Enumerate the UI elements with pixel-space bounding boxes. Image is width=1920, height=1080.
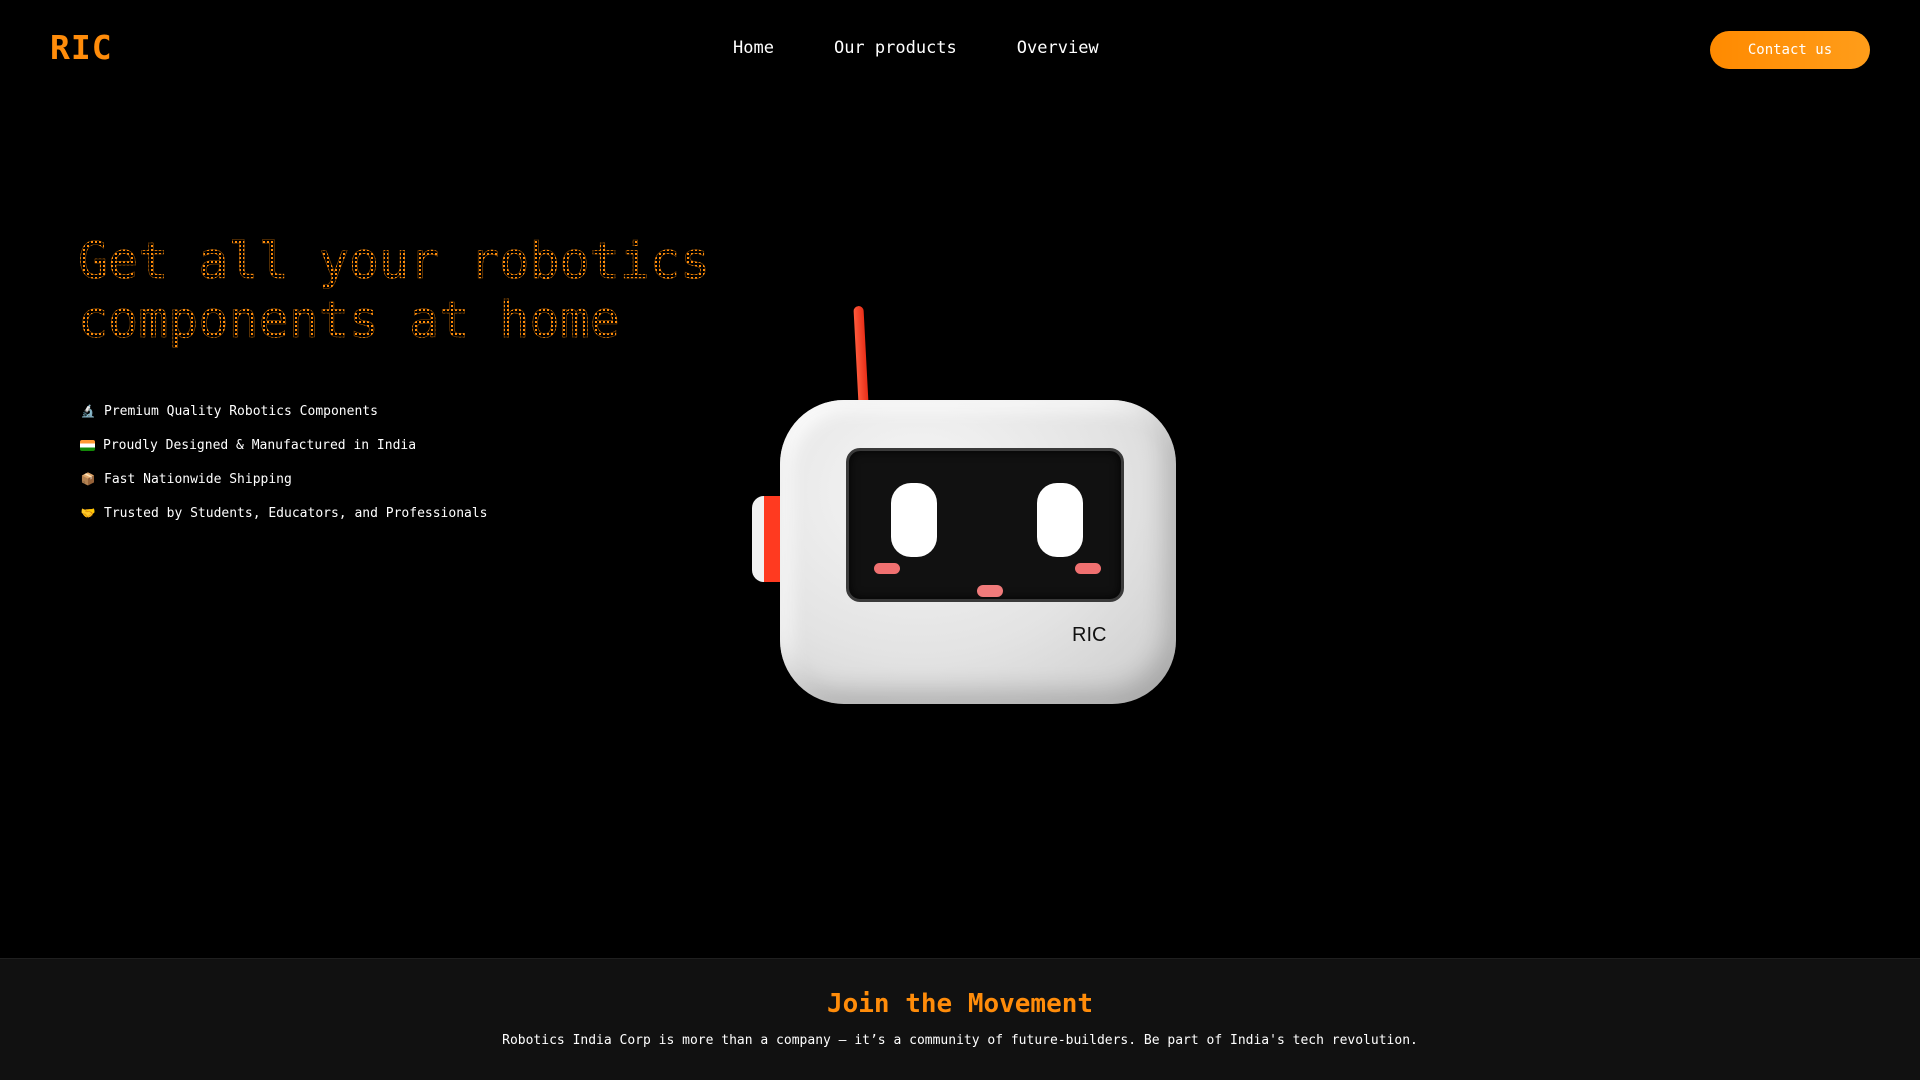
package-icon: 📦 [80, 472, 96, 486]
feature-item: 📦 Fast Nationwide Shipping [80, 462, 488, 496]
handshake-icon: 🤝 [80, 506, 96, 520]
robot-mascot: RIC [740, 300, 1180, 720]
join-movement-section: Join the Movement Robotics India Corp is… [0, 958, 1920, 1080]
logo[interactable]: RIC [50, 28, 113, 67]
feature-text: Premium Quality Robotics Components [104, 403, 378, 419]
page: RIC Home Our products Overview Contact u… [0, 0, 1920, 1080]
contact-us-button[interactable]: Contact us [1710, 31, 1870, 69]
robot-left-eye [891, 483, 937, 557]
microscope-icon: 🔬 [80, 404, 96, 418]
feature-text: Fast Nationwide Shipping [104, 471, 292, 487]
robot-mouth [977, 585, 1003, 597]
robot-right-blush [1075, 563, 1101, 574]
feature-item: 🔬 Premium Quality Robotics Components [80, 394, 488, 428]
section-title: Join the Movement [826, 989, 1094, 1019]
robot-antenna [853, 305, 869, 407]
nav-overview[interactable]: Overview [1017, 38, 1099, 58]
feature-item: 🤝 Trusted by Students, Educators, and Pr… [80, 496, 488, 530]
feature-text: Proudly Designed & Manufactured in India [103, 437, 417, 453]
section-description: Robotics India Corp is more than a compa… [502, 1033, 1418, 1048]
hero-title: Get all your robotics components at home [78, 232, 718, 350]
nav-home[interactable]: Home [733, 38, 774, 58]
feature-text: Trusted by Students, Educators, and Prof… [104, 505, 488, 521]
robot-left-blush [874, 563, 900, 574]
nav-our-products[interactable]: Our products [834, 38, 957, 58]
main-nav: Home Our products Overview [733, 38, 1099, 58]
feature-list: 🔬 Premium Quality Robotics Components Pr… [80, 394, 488, 530]
robot-right-eye [1037, 483, 1083, 557]
india-flag-icon [80, 439, 95, 451]
feature-item: Proudly Designed & Manufactured in India [80, 428, 488, 462]
robot-face-screen [846, 448, 1124, 602]
robot-brand-label: RIC [1072, 624, 1107, 646]
